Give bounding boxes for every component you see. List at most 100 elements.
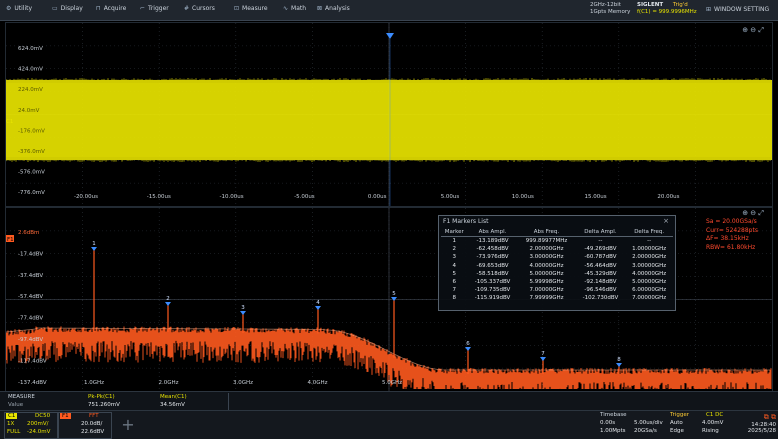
window-controls[interactable]: ⊕ ⊖ ⤢ xyxy=(742,26,764,35)
table-row[interactable]: 4 -69.653dBV 4.00000GHz -56.464dBV 3.00000GH… xyxy=(441,262,673,270)
markers-list-panel[interactable]: F1 Markers List × Marker Abs Ampl. Abs Fre… xyxy=(438,215,676,311)
table-cell: 7.00000GHz xyxy=(632,295,667,302)
channel-1-panel[interactable]: C1 DC50 1X 200mV/ FULL -24.0mV xyxy=(4,412,58,439)
c1-tag: C1 xyxy=(6,413,18,419)
network-icon: ⧉ ⧉ xyxy=(763,413,776,421)
y-axis-label: 624.0mV xyxy=(18,46,43,52)
marker-3[interactable]: 3 xyxy=(240,305,246,315)
menu-acquire[interactable]: ⊓ Acquire xyxy=(96,5,126,15)
menu-analysis[interactable]: ⊠ Analysis xyxy=(317,5,350,15)
table-cell: -102.730dBV xyxy=(582,295,619,302)
menu-trigger[interactable]: ⌐ Trigger xyxy=(140,5,169,15)
measure-1-value: 751.260mV xyxy=(88,402,120,408)
marker-6[interactable]: 6 xyxy=(465,341,471,351)
fft-trace-panel[interactable]: F1 FFT 20.0dB/ 22.6dBV xyxy=(58,412,112,439)
time-domain-window[interactable]: 624.0mV 424.0mV 224.0mV 24.0mV -176.0mV -376.… xyxy=(5,22,773,207)
table-cell: -- xyxy=(598,238,603,245)
table-cell: 5.00000GHz xyxy=(529,270,564,277)
fft-parameters: Sa = 20.00GSa/s Curr= 524288pts ΔF= 38.15k… xyxy=(706,218,758,252)
menu-bar: ⚙ Utility ▭ Display ⊓ Acquire ⌐ Trigger # Cursors… xyxy=(0,0,778,21)
table-row[interactable]: 3 -73.976dBV 3.00000GHz -60.787dBV 2.00000GH… xyxy=(441,253,673,261)
y-axis-label: -37.4dBV xyxy=(18,273,43,279)
timebase-scale: 5.00us/div xyxy=(634,420,663,426)
clock-date: 2025/5/28 xyxy=(747,428,776,434)
analysis-icon: ⊠ xyxy=(317,5,323,12)
table-row[interactable]: 7 -109.735dBV 7.00000GHz -96.546dBV 6.00000G… xyxy=(441,286,673,294)
table-cell: -13.189dBV xyxy=(476,238,509,245)
marker-4[interactable]: 4 xyxy=(315,300,321,310)
table-cell: -- xyxy=(647,238,652,245)
x-axis-label: 3.0GHz xyxy=(233,380,253,386)
table-cell: 4.00000GHz xyxy=(632,270,667,277)
table-cell: -58.518dBV xyxy=(476,270,509,277)
table-row[interactable]: 5 -58.518dBV 5.00000GHz -45.329dBV 4.00000GH… xyxy=(441,270,673,278)
trigger-icon: ⌐ xyxy=(140,5,146,12)
y-axis-label: 24.0mV xyxy=(18,108,40,114)
fft-trace-marker[interactable]: F1 xyxy=(6,235,14,243)
trig-state: Trig'd xyxy=(672,2,688,8)
y-axis-label: -77.4dBV xyxy=(18,316,43,322)
ch1-offset-marker[interactable]: C1 xyxy=(6,119,13,125)
measure-bar[interactable]: MEASURE Value Pk-Pk(C1) 751.260mV Mean(C… xyxy=(0,391,778,411)
marker-1[interactable]: 1 xyxy=(91,241,97,251)
close-icon[interactable]: × xyxy=(663,217,669,225)
fft-window-controls[interactable]: ⊕ ⊖ ⤢ xyxy=(742,209,764,218)
fft-parameter-line: Sa = 20.00GSa/s xyxy=(706,218,757,225)
x-axis-label: 20.00us xyxy=(657,194,679,200)
timebase-panel[interactable]: Timebase 0.00s 5.00us/div 1.00Mpts 20GSa… xyxy=(598,412,668,437)
marker-7[interactable]: 7 xyxy=(540,351,546,361)
marker-label: 1 xyxy=(92,241,96,247)
y-axis-label: 424.0mV xyxy=(18,67,43,73)
display-icon: ▭ xyxy=(52,5,58,12)
table-cell: 4.00000GHz xyxy=(529,262,564,269)
table-cell: 3 xyxy=(452,254,457,261)
y-axis-label: -137.4dBV xyxy=(18,380,47,386)
measure-2-name[interactable]: Mean(C1) xyxy=(160,394,187,400)
table-cell: 5.00000GHz xyxy=(632,279,667,286)
table-row[interactable]: 6 -105.337dBV 5.99998GHz -92.148dBV 5.00000G… xyxy=(441,278,673,286)
y-axis-label: -376.0mV xyxy=(18,149,45,155)
x-axis-label: 2.0GHz xyxy=(158,380,178,386)
y-axis-label: -17.4dBV xyxy=(18,251,43,257)
x-axis-label: 10.00us xyxy=(512,194,534,200)
table-cell: 999.89977MHz xyxy=(525,238,568,245)
c1-offset: -24.0mV xyxy=(27,429,51,435)
table-cell: 2.00000GHz xyxy=(529,246,564,253)
marker-2[interactable]: 2 xyxy=(165,296,171,306)
c1-coupling: DC50 xyxy=(35,413,51,419)
table-cell: 6 xyxy=(452,279,457,286)
table-cell: 1.00000GHz xyxy=(632,246,667,253)
marker-label: 2 xyxy=(166,296,170,302)
table-row[interactable]: 8 -115.919dBV 7.99999GHz -102.730dBV 7.00000… xyxy=(441,294,673,302)
menu-math[interactable]: ∿ Math xyxy=(283,5,306,15)
trigger-panel[interactable]: Trigger C1 DC Auto 4.00mV Edge Rising xyxy=(668,412,730,437)
ch1-marker-label: C1 xyxy=(6,119,13,125)
window-setting-button[interactable]: ⊞ WINDOW SETTING xyxy=(706,6,769,13)
add-channel-button[interactable]: + xyxy=(116,414,140,436)
table-cell: 3.00000GHz xyxy=(632,262,667,269)
table-row[interactable]: 2 -62.458dBV 2.00000GHz -49.269dBV 1.00000GH… xyxy=(441,245,673,253)
menu-display[interactable]: ▭ Display xyxy=(52,5,83,15)
menu-measure[interactable]: ⊡ Measure xyxy=(234,5,268,15)
markers-list-title: F1 Markers List xyxy=(443,218,489,225)
y-axis-label: -97.4dBV xyxy=(18,337,43,343)
utility-icon: ⚙ xyxy=(6,5,12,12)
y-axis-label: 224.0mV xyxy=(18,87,43,93)
trigger-mode: Auto xyxy=(670,420,683,426)
table-cell: -69.653dBV xyxy=(476,262,509,269)
menu-utility[interactable]: ⚙ Utility xyxy=(6,5,32,15)
f1-reference: 22.6dBV xyxy=(81,429,105,435)
table-row[interactable]: 1 -13.189dBV 999.89977MHz -- -- xyxy=(441,237,673,246)
x-axis-label: 15.00us xyxy=(585,194,607,200)
table-cell: 5.99998GHz xyxy=(529,279,564,286)
table-cell: -62.458dBV xyxy=(476,246,509,253)
clock: ⧉ ⧉ 14:28:40 2025/5/28 xyxy=(734,413,776,437)
marker-8[interactable]: 8 xyxy=(616,357,622,367)
table-cell: 7.00000GHz xyxy=(529,287,564,294)
markers-column-header: Marker xyxy=(441,227,468,237)
measure-1-name[interactable]: Pk-Pk(C1) xyxy=(88,394,115,400)
x-axis-label: 0.00us xyxy=(368,194,387,200)
acquire-icon: ⊓ xyxy=(96,5,101,12)
menu-cursors[interactable]: # Cursors xyxy=(184,5,215,15)
brand-logo: SIGLENT xyxy=(637,2,664,8)
